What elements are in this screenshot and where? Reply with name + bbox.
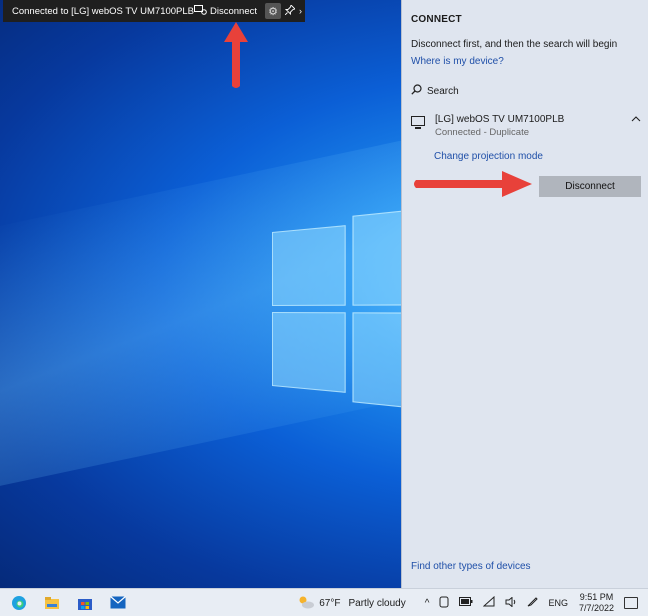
search-icon [411,84,422,98]
device-status: Connected - Duplicate [435,127,529,138]
panel-message: Disconnect first, and then the search wi… [411,39,618,50]
chevron-up-icon[interactable]: ^ [425,598,430,609]
find-other-devices-link[interactable]: Find other types of devices [411,561,531,572]
device-name: [LG] webOS TV UM7100PLB [435,114,565,125]
touchpad-icon[interactable] [439,596,449,611]
clock[interactable]: 9:51 PM 7/7/2022 [579,592,614,614]
pen-icon[interactable] [527,596,539,610]
volume-icon[interactable] [505,595,517,610]
weather-temp: 67°F [319,597,341,609]
where-is-my-device-link[interactable]: Where is my device? [411,56,504,67]
weather-condition: Partly cloudy [348,597,406,609]
disconnect-icon [194,4,207,18]
chevron-up-icon[interactable] [631,114,641,125]
file-explorer-icon[interactable] [44,595,60,611]
pin-icon[interactable] [284,3,296,18]
clock-date: 7/7/2022 [578,603,614,613]
battery-icon[interactable] [459,597,473,609]
projection-connection-bar: Connected to [LG] webOS TV UM7100PLB Dis… [3,0,305,22]
change-projection-mode-link[interactable]: Change projection mode [434,151,543,162]
system-tray: 67°F Partly cloudy ^ ENG 9:51 PM 7/7/202… [297,589,648,616]
weather-widget[interactable]: 67°F Partly cloudy [297,595,406,612]
partly-cloudy-icon [297,595,315,612]
search-row: Search [411,84,459,98]
arrow-right-annotation [414,171,532,197]
panel-header: CONNECT [411,14,462,25]
search-label: Search [427,85,459,97]
connbar-disconnect-button[interactable]: Disconnect [194,4,258,18]
connbar-disconnect-label: Disconnect [210,5,258,17]
connect-panel: CONNECT Disconnect first, and then the s… [401,0,648,588]
chevron-right-icon[interactable]: › [299,6,302,16]
edge-icon[interactable] [11,595,27,611]
wifi-icon[interactable] [483,595,495,610]
device-item[interactable]: [LG] webOS TV UM7100PLB Connected - Dupl… [411,112,643,142]
gear-icon[interactable]: ⚙ [265,3,281,19]
language-indicator[interactable]: ENG [548,598,568,608]
connection-title: Connected to [LG] webOS TV UM7100PLB [12,5,195,17]
store-icon[interactable] [77,595,93,611]
arrow-up-annotation [224,22,248,88]
monitor-icon [411,116,425,129]
disconnect-button[interactable]: Disconnect [539,176,641,197]
mail-icon[interactable] [110,595,126,611]
clock-time: 9:51 PM [579,592,614,602]
notification-center-icon[interactable] [624,597,638,609]
taskbar: 67°F Partly cloudy ^ ENG 9:51 PM 7/7/202… [0,588,648,616]
